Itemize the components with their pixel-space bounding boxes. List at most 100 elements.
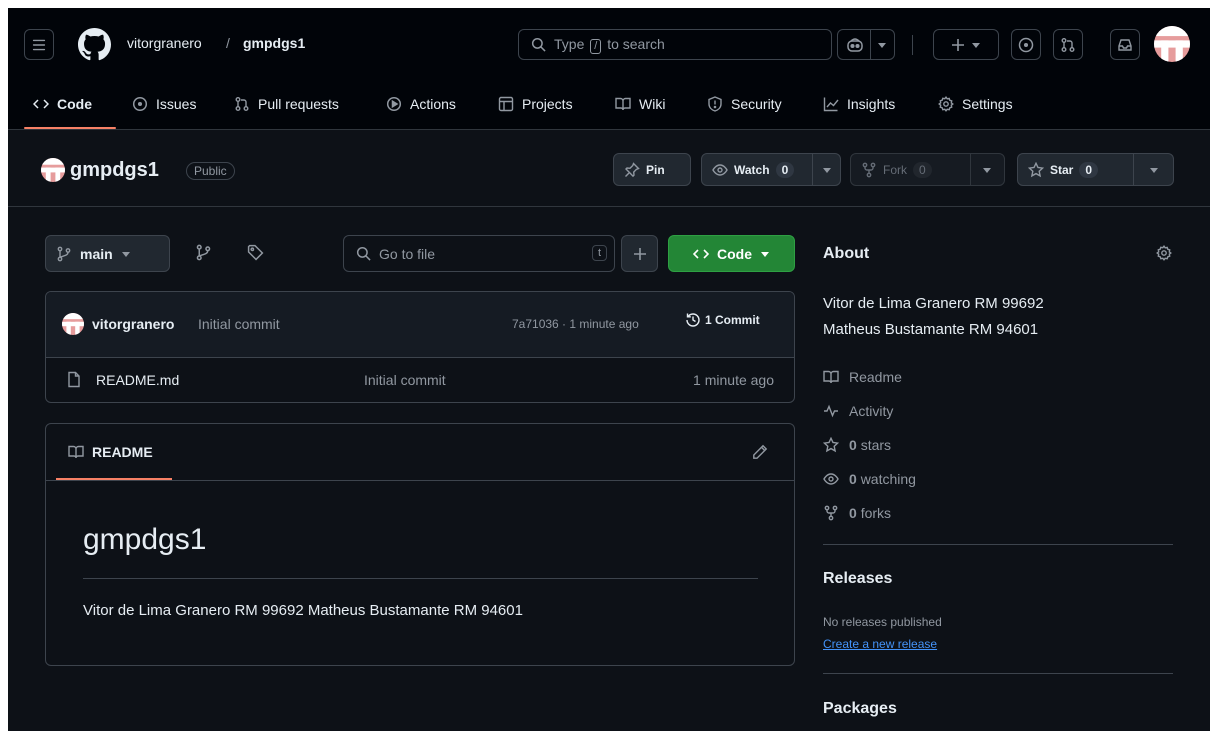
tab-security[interactable]: Security xyxy=(707,96,782,112)
inbox-icon xyxy=(1118,38,1132,51)
commit-author[interactable]: vitorgranero xyxy=(92,316,174,332)
chevron-down-icon xyxy=(822,167,831,173)
sidebar-stars-link[interactable]: 0 stars xyxy=(823,437,891,453)
releases-heading[interactable]: Releases xyxy=(823,570,892,588)
watching-label: watching xyxy=(860,471,916,487)
fork-icon xyxy=(824,505,838,521)
commit-history-link[interactable]: 1 Commit xyxy=(685,312,760,328)
tab-code[interactable]: Code xyxy=(33,96,92,112)
sidebar-readme-link[interactable]: Readme xyxy=(823,369,902,385)
book-icon xyxy=(823,370,839,384)
tab-wiki[interactable]: Wiki xyxy=(615,96,665,112)
breadcrumb-repo[interactable]: gmpdgs1 xyxy=(243,35,305,51)
user-avatar[interactable] xyxy=(1154,26,1190,62)
search-icon xyxy=(531,37,546,52)
create-new-button[interactable] xyxy=(933,29,999,60)
tab-actions[interactable]: Actions xyxy=(386,96,456,112)
visibility-badge: Public xyxy=(186,162,235,180)
global-header: vitorgranero / gmpdgs1 Type / to search xyxy=(8,8,1210,130)
star-icon xyxy=(823,437,839,453)
sidebar-watching-link[interactable]: 0 watching xyxy=(823,471,916,487)
tag-icon[interactable] xyxy=(247,244,264,261)
owner-avatar[interactable] xyxy=(41,158,65,182)
sidebar-divider xyxy=(823,544,1173,545)
tab-security-label: Security xyxy=(731,96,782,112)
code-dropdown-button[interactable]: Code xyxy=(668,235,795,272)
repo-description: Vitor de Lima Granero RM 99692 Matheus B… xyxy=(823,291,1044,343)
history-icon xyxy=(686,313,700,327)
global-search-input[interactable]: Type / to search xyxy=(518,29,832,60)
sidebar-divider xyxy=(823,673,1173,674)
hamburger-icon xyxy=(32,39,46,50)
search-placeholder: Type / to search xyxy=(554,35,665,54)
sidebar-readme-label: Readme xyxy=(849,369,902,385)
readme-tab-underline xyxy=(56,478,172,480)
commit-message[interactable]: Initial commit xyxy=(198,316,280,332)
watch-button[interactable]: Watch 0 xyxy=(701,153,841,186)
inbox-button[interactable] xyxy=(1110,29,1140,60)
tab-insights[interactable]: Insights xyxy=(823,96,895,112)
branch-icon xyxy=(57,246,71,261)
issue-opened-icon xyxy=(1018,37,1034,52)
go-to-file-shortcut: t xyxy=(591,245,607,261)
add-file-button[interactable] xyxy=(621,235,658,272)
star-button[interactable]: Star 0 xyxy=(1017,153,1174,186)
fork-icon xyxy=(862,162,876,177)
branches-icon[interactable] xyxy=(195,244,212,261)
gear-icon xyxy=(938,96,954,112)
tab-pull-requests[interactable]: Pull requests xyxy=(234,96,339,112)
pulse-icon xyxy=(824,404,838,418)
no-releases-text: No releases published xyxy=(823,615,942,629)
sidebar-activity-link[interactable]: Activity xyxy=(823,403,893,419)
github-logo-icon[interactable] xyxy=(78,28,111,61)
eye-icon xyxy=(823,473,839,485)
branch-select-button[interactable]: main xyxy=(45,235,170,272)
packages-heading[interactable]: Packages xyxy=(823,700,897,718)
code-icon xyxy=(33,96,49,112)
create-release-link[interactable]: Create a new release xyxy=(823,637,937,651)
tab-issues[interactable]: Issues xyxy=(132,96,196,112)
pencil-icon[interactable] xyxy=(752,444,768,460)
repo-title[interactable]: gmpdgs1 xyxy=(70,159,159,182)
tab-settings[interactable]: Settings xyxy=(938,96,1013,112)
file-commit-message[interactable]: Initial commit xyxy=(364,372,446,388)
chevron-down-icon xyxy=(972,42,980,48)
go-to-file-placeholder: Go to file xyxy=(379,245,436,262)
fork-count: 0 xyxy=(913,161,932,178)
menu-button[interactable] xyxy=(24,29,54,60)
go-to-file-input[interactable]: Go to file t xyxy=(343,235,615,272)
chevron-down-icon xyxy=(983,167,992,173)
fork-dropdown[interactable] xyxy=(969,154,1005,185)
avatar-identicon-icon xyxy=(1154,26,1190,62)
sidebar-forks-link[interactable]: 0 forks xyxy=(823,505,891,521)
star-dropdown[interactable] xyxy=(1133,154,1173,185)
breadcrumb-separator: / xyxy=(226,35,230,51)
active-tab-underline xyxy=(24,127,116,129)
code-button-label: Code xyxy=(717,245,752,262)
readme-tab[interactable]: README xyxy=(68,444,153,460)
stars-label: stars xyxy=(860,437,892,453)
pin-button[interactable]: Pin xyxy=(613,153,691,186)
watch-label: Watch xyxy=(734,162,770,177)
file-list: vitorgranero Initial commit 7a71036 · 1 … xyxy=(45,291,795,403)
table-icon xyxy=(498,96,514,112)
header-row: vitorgranero / gmpdgs1 Type / to search xyxy=(8,8,1210,80)
fork-button[interactable]: Fork 0 xyxy=(850,153,1005,186)
pull-requests-button[interactable] xyxy=(1053,29,1083,60)
watch-dropdown[interactable] xyxy=(812,154,840,185)
tab-actions-label: Actions xyxy=(410,96,456,112)
file-name[interactable]: README.md xyxy=(96,372,179,388)
fork-label: Fork xyxy=(883,162,907,177)
book-icon xyxy=(68,445,84,459)
tab-projects[interactable]: Projects xyxy=(498,96,573,112)
about-heading: About xyxy=(823,245,870,262)
commit-author-avatar[interactable] xyxy=(62,313,84,335)
issues-button[interactable] xyxy=(1011,29,1041,60)
description-line-2: Matheus Bustamante RM 94601 xyxy=(823,321,1039,338)
copilot-button[interactable] xyxy=(837,29,895,60)
commit-meta[interactable]: 7a71036 · 1 minute ago xyxy=(512,317,639,331)
description-line-1: Vitor de Lima Granero RM 99692 xyxy=(823,295,1044,312)
breadcrumb-owner[interactable]: vitorgranero xyxy=(127,35,202,51)
tab-issues-label: Issues xyxy=(156,96,197,112)
gear-icon[interactable] xyxy=(1156,245,1172,261)
